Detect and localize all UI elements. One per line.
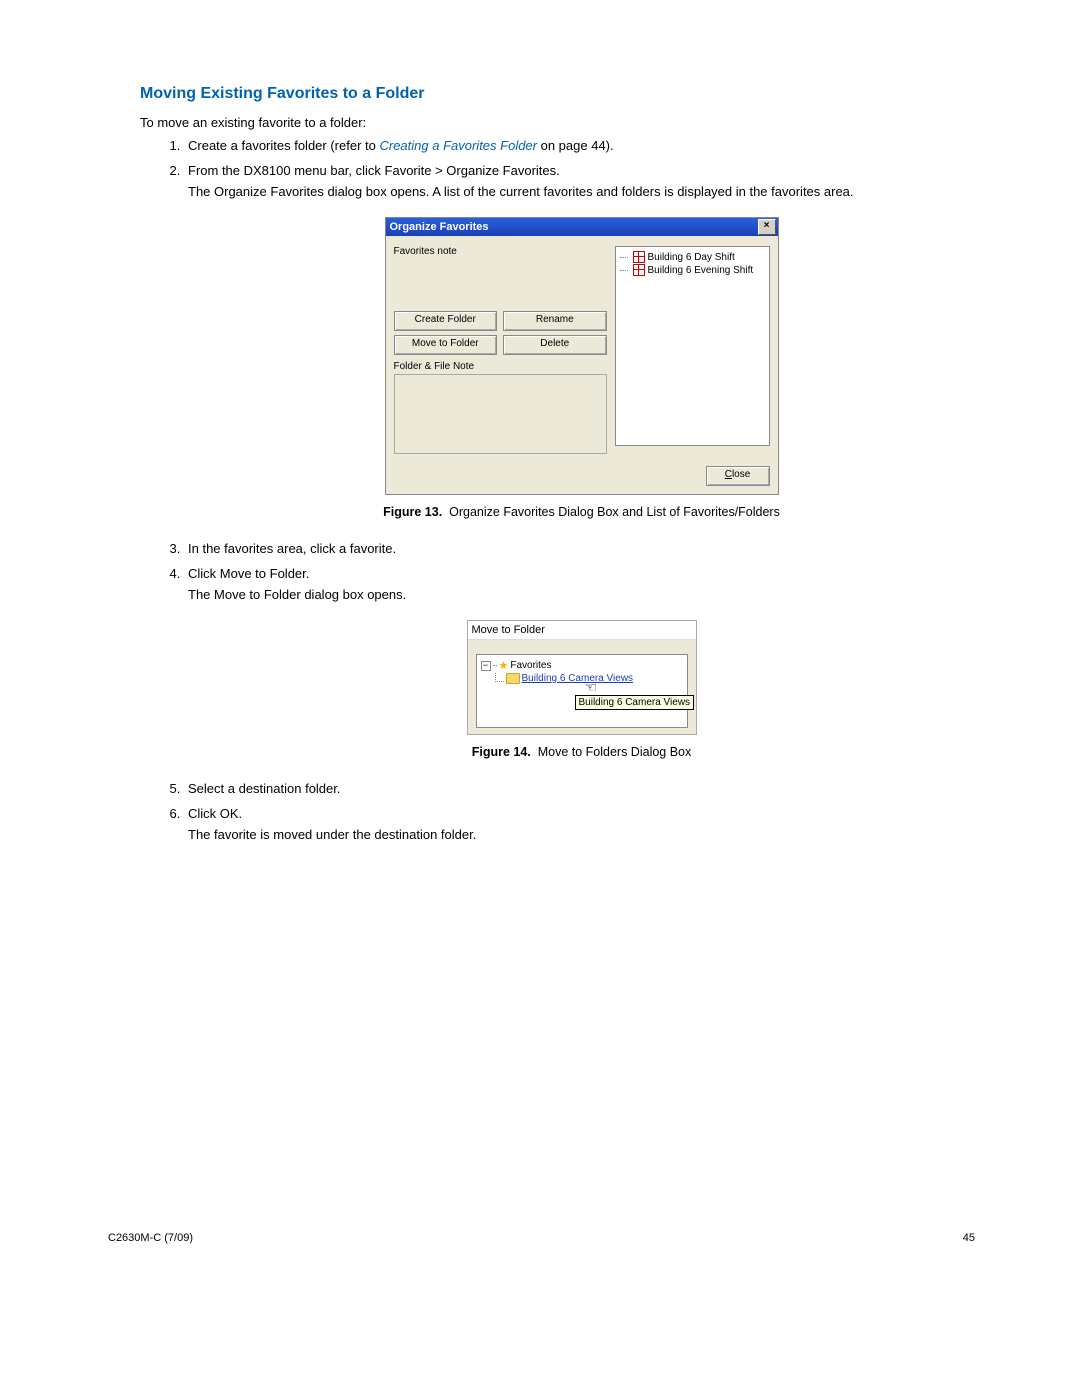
hand-cursor-icon: ☜	[585, 679, 598, 696]
step-6b: The favorite is moved under the destinat…	[188, 827, 975, 842]
creating-favorites-folder-link[interactable]: Creating a Favorites Folder	[379, 138, 537, 153]
tooltip: Building 6 Camera Views	[575, 695, 695, 710]
move-to-folder-dialog: Move to Folder − ★ Favorites	[467, 620, 697, 735]
create-folder-button[interactable]: Create Folder	[394, 311, 498, 331]
close-underline: C	[725, 469, 732, 480]
favorites-note-box	[394, 261, 607, 305]
steps-list: Create a favorites folder (refer to Crea…	[140, 138, 975, 842]
section-heading: Moving Existing Favorites to a Folder	[140, 85, 975, 103]
tree-dots-icon	[493, 665, 497, 666]
step-2b: The Organize Favorites dialog box opens.…	[188, 184, 975, 199]
dialog-title: Organize Favorites	[390, 221, 489, 233]
step-1-suffix: on page 44).	[537, 138, 614, 153]
step-6a: Click OK.	[188, 806, 242, 821]
tree-item-label: Building 6 Day Shift	[648, 252, 735, 263]
figure-14-label: Figure 14.	[472, 745, 531, 759]
organize-favorites-dialog: Organize Favorites × Favorites note Crea…	[385, 217, 779, 495]
close-rest: lose	[732, 469, 750, 480]
step-3: In the favorites area, click a favorite.	[184, 541, 975, 556]
figure-13-label: Figure 13.	[383, 505, 442, 519]
rename-button[interactable]: Rename	[503, 311, 607, 331]
tree-folder-label: Building 6 Camera Views	[522, 673, 634, 684]
tree-root[interactable]: − ★ Favorites	[481, 659, 683, 672]
figure-13-caption: Figure 13. Organize Favorites Dialog Box…	[188, 505, 975, 519]
move-to-folder-button[interactable]: Move to Folder	[394, 335, 498, 355]
figure-14-caption: Figure 14. Move to Folders Dialog Box	[188, 745, 975, 759]
folder-tree[interactable]: − ★ Favorites Building 6 Camera Views ☜	[476, 654, 688, 728]
step-4b: The Move to Folder dialog box opens.	[188, 587, 975, 602]
intro-text: To move an existing favorite to a folder…	[140, 115, 975, 130]
dialog-title: Move to Folder	[468, 620, 696, 640]
folder-file-note-label: Folder & File Note	[394, 361, 607, 372]
tree-branch-icon	[620, 257, 628, 258]
folder-file-note-box	[394, 374, 607, 454]
favorites-note-label: Favorites note	[394, 246, 607, 257]
tree-item[interactable]: Building 6 Evening Shift	[620, 264, 765, 276]
close-icon[interactable]: ×	[758, 219, 776, 235]
figure-13: Organize Favorites × Favorites note Crea…	[188, 217, 975, 519]
tree-branch-icon	[495, 673, 504, 682]
step-4a: Click Move to Folder.	[188, 566, 309, 581]
step-1: Create a favorites folder (refer to Crea…	[184, 138, 975, 153]
step-1-prefix: Create a favorites folder (refer to	[188, 138, 379, 153]
close-button[interactable]: Close	[706, 466, 770, 486]
favorite-grid-icon	[633, 264, 645, 276]
tree-item[interactable]: Building 6 Day Shift	[620, 251, 765, 263]
dialog-titlebar: Organize Favorites ×	[386, 218, 778, 236]
step-2a: From the DX8100 menu bar, click Favorite…	[188, 163, 560, 178]
footer-pagenum: 45	[963, 1232, 975, 1244]
step-6: Click OK. The favorite is moved under th…	[184, 806, 975, 842]
page-footer: C2630M-C (7/09) 45	[108, 1232, 975, 1244]
favorites-tree[interactable]: Building 6 Day Shift Building 6 Evening …	[615, 246, 770, 446]
step-5: Select a destination folder.	[184, 781, 975, 796]
favorite-grid-icon	[633, 251, 645, 263]
figure-14-text: Move to Folders Dialog Box	[538, 745, 692, 759]
folder-icon	[506, 673, 520, 684]
tree-root-label: Favorites	[510, 660, 551, 671]
footer-docid: C2630M-C (7/09)	[108, 1232, 193, 1244]
delete-button[interactable]: Delete	[503, 335, 607, 355]
tree-item-label: Building 6 Evening Shift	[648, 265, 754, 276]
star-icon: ★	[499, 659, 509, 672]
collapse-icon[interactable]: −	[481, 661, 491, 671]
tree-branch-icon	[620, 270, 628, 271]
step-4: Click Move to Folder. The Move to Folder…	[184, 566, 975, 759]
step-2: From the DX8100 menu bar, click Favorite…	[184, 163, 975, 519]
figure-13-text: Organize Favorites Dialog Box and List o…	[449, 505, 780, 519]
figure-14: Move to Folder − ★ Favorites	[188, 620, 975, 759]
